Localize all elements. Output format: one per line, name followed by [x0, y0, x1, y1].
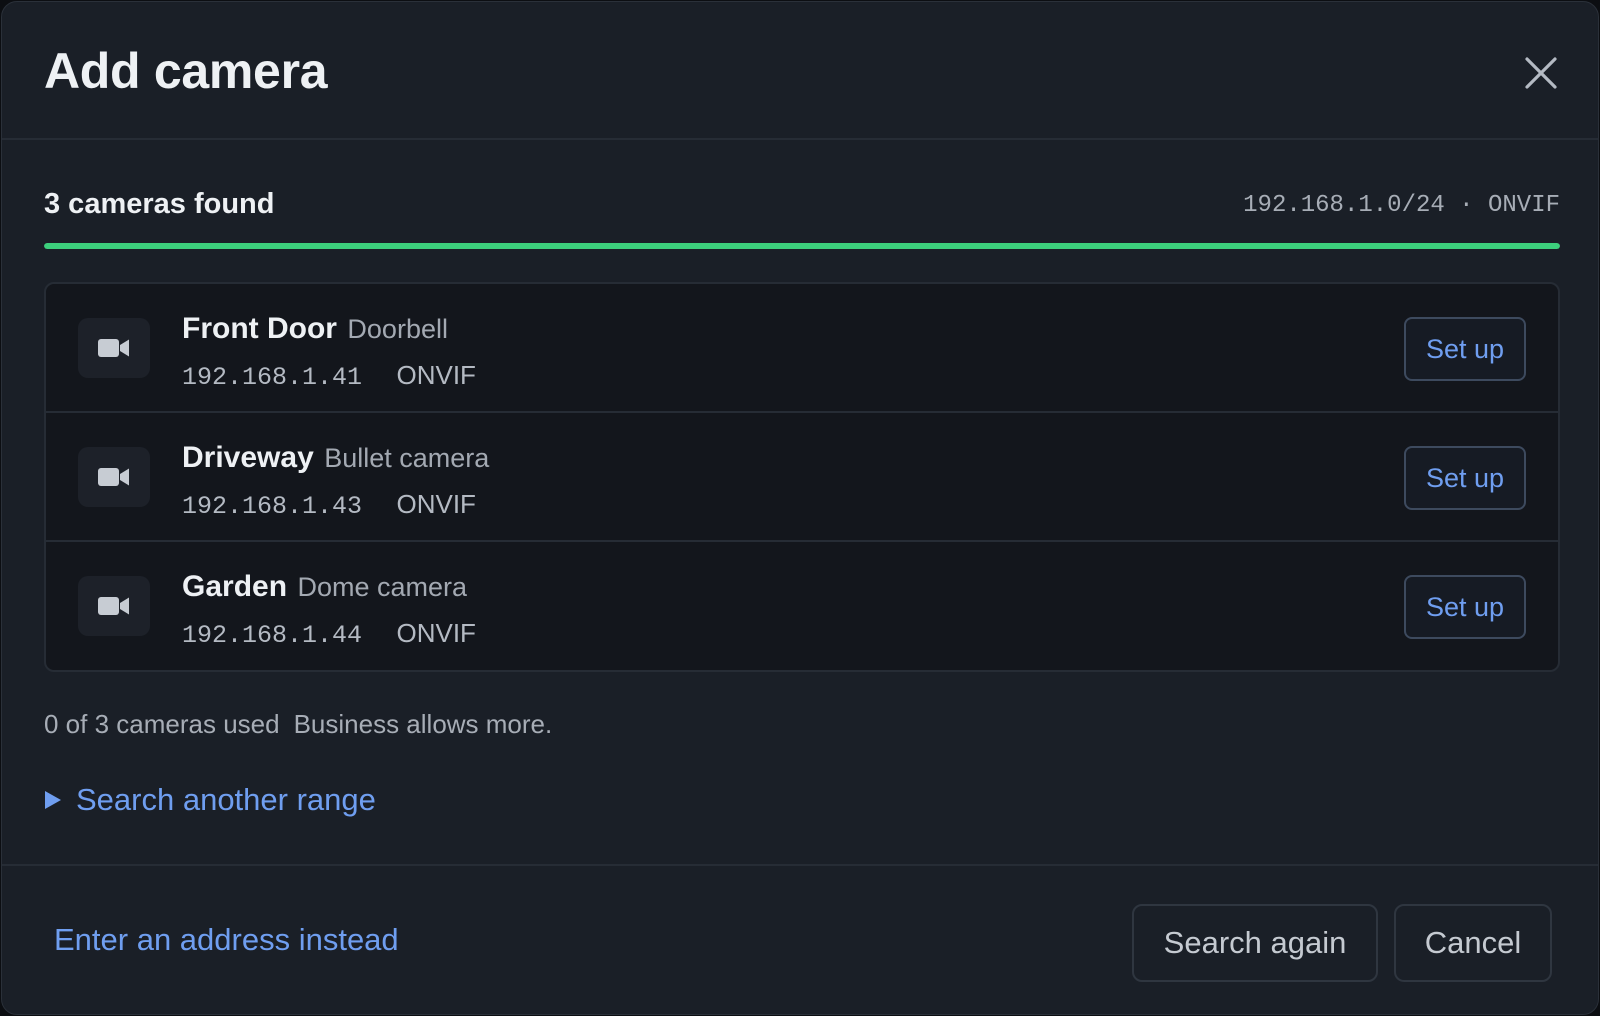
- dialog-footer: Enter an address instead Search again Ca…: [2, 864, 1598, 1014]
- camera-row-driveway: Driveway Bullet camera 192.168.1.43 ONVI…: [46, 413, 1558, 542]
- cameras-found-label: 3 cameras found: [44, 188, 275, 220]
- camera-name-text: Driveway: [182, 441, 314, 474]
- video-camera-icon: [98, 597, 129, 615]
- camera-row-front-door: Front Door Doorbell 192.168.1.41 ONVIF S…: [46, 284, 1558, 413]
- camera-type: Doorbell: [347, 314, 448, 344]
- scan-summary: 3 cameras found 192.168.1.0/24 · ONVIF: [44, 186, 1560, 226]
- enter-address-link[interactable]: Enter an address instead: [54, 922, 399, 958]
- cancel-button[interactable]: Cancel: [1394, 904, 1552, 982]
- camera-ip: 192.168.1.41: [182, 363, 363, 392]
- camera-address: 192.168.1.41 ONVIF: [182, 360, 476, 392]
- camera-name-text: Front Door: [182, 312, 337, 345]
- add-camera-dialog: Add camera 3 cameras found 192.168.1.0/2…: [1, 1, 1599, 1015]
- camera-thumbnail: [78, 447, 150, 507]
- set-up-button[interactable]: Set up: [1404, 446, 1526, 510]
- camera-ip: 192.168.1.44: [182, 621, 363, 650]
- camera-thumbnail: [78, 318, 150, 378]
- camera-thumbnail: [78, 576, 150, 636]
- close-button[interactable]: [1518, 50, 1564, 96]
- camera-protocol: ONVIF: [396, 618, 476, 648]
- camera-type: Bullet camera: [324, 443, 490, 473]
- camera-address: 192.168.1.44 ONVIF: [182, 618, 476, 650]
- camera-ip: 192.168.1.43: [182, 492, 363, 521]
- camera-name-text: Garden: [182, 570, 288, 603]
- usage-upsell: Business allows more.: [293, 709, 553, 739]
- search-another-range-toggle[interactable]: Search another range: [44, 782, 376, 818]
- camera-row-garden: Garden Dome camera 192.168.1.44 ONVIF Se…: [46, 542, 1558, 670]
- camera-protocol: ONVIF: [396, 489, 476, 519]
- set-up-button[interactable]: Set up: [1404, 575, 1526, 639]
- camera-protocol: ONVIF: [396, 360, 476, 390]
- camera-name: Driveway Bullet camera: [182, 441, 489, 475]
- scan-range-meta: 192.168.1.0/24 · ONVIF: [1243, 192, 1560, 219]
- dialog-title: Add camera: [44, 43, 328, 99]
- search-another-range-label: Search another range: [76, 782, 376, 817]
- triangle-right-icon: [45, 791, 61, 809]
- camera-name: Front Door Doorbell: [182, 312, 448, 346]
- video-camera-icon: [98, 339, 129, 357]
- set-up-button[interactable]: Set up: [1404, 317, 1526, 381]
- search-again-button[interactable]: Search again: [1132, 904, 1378, 982]
- camera-usage: 0 of 3 cameras used Business allows more.: [44, 709, 552, 740]
- close-icon: [1525, 57, 1557, 89]
- camera-address: 192.168.1.43 ONVIF: [182, 489, 476, 521]
- scan-progress-bar: [44, 243, 1560, 249]
- dialog-header: Add camera: [2, 2, 1598, 140]
- camera-type: Dome camera: [297, 572, 468, 602]
- camera-list: Front Door Doorbell 192.168.1.41 ONVIF S…: [44, 282, 1560, 672]
- scan-progress-fill: [44, 243, 1560, 249]
- video-camera-icon: [98, 468, 129, 486]
- camera-name: Garden Dome camera: [182, 570, 467, 604]
- usage-count: 0 of 3 cameras used: [44, 709, 280, 739]
